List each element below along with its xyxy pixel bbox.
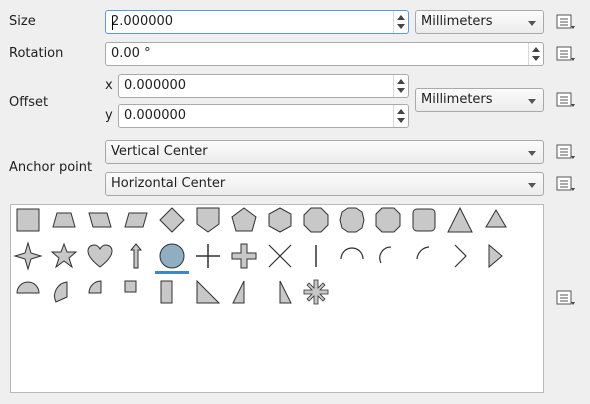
offset-y-spin-arrows[interactable] <box>393 105 408 127</box>
quarter-square-icon[interactable] <box>119 275 153 309</box>
offset-unit-select[interactable]: Millimeters <box>415 88 544 112</box>
octagon-icon[interactable] <box>299 203 333 237</box>
parallelogram-right-icon[interactable] <box>83 203 117 237</box>
line-icon[interactable] <box>299 239 333 273</box>
size-input[interactable]: 2.000000 <box>105 10 409 34</box>
rotation-label: Rotation <box>9 46 64 61</box>
size-unit-select[interactable]: Millimeters <box>415 10 544 34</box>
size-label: Size <box>9 14 36 29</box>
vertical-anchor-value: Vertical Center <box>111 144 208 159</box>
chevron-down-icon <box>528 21 536 26</box>
decagon-icon[interactable] <box>335 203 369 237</box>
semicircle-arc-icon[interactable] <box>335 239 369 273</box>
parallelogram-left-icon[interactable] <box>119 203 153 237</box>
pentagon-icon[interactable] <box>227 203 261 237</box>
data-defined-override-icon[interactable] <box>556 13 576 31</box>
horizontal-anchor-select[interactable]: Horizontal Center <box>105 172 544 196</box>
size-unit-value: Millimeters <box>421 14 493 29</box>
third-arc-icon[interactable] <box>371 239 405 273</box>
offset-x-value: 0.000000 <box>124 78 187 93</box>
data-defined-override-icon[interactable] <box>556 45 576 63</box>
heart-icon[interactable] <box>83 239 117 273</box>
offset-label: Offset <box>9 95 49 110</box>
right-half-triangle-icon[interactable] <box>227 275 261 309</box>
chevron-down-icon <box>528 151 536 156</box>
shield-icon[interactable] <box>191 203 225 237</box>
chevron-down-icon <box>528 183 536 188</box>
four-point-star-icon[interactable] <box>11 239 45 273</box>
hexagon-icon[interactable] <box>263 203 297 237</box>
anchor-label: Anchor point <box>9 160 93 175</box>
star-icon[interactable] <box>47 239 81 273</box>
triangle-icon[interactable] <box>443 203 477 237</box>
offset-x-label: x <box>105 78 113 93</box>
data-defined-override-icon[interactable] <box>556 91 576 109</box>
horizontal-anchor-value: Horizontal Center <box>111 176 226 191</box>
text-cursor <box>112 16 113 30</box>
trapezoid-icon[interactable] <box>47 203 81 237</box>
rotation-spin-arrows[interactable] <box>528 43 543 65</box>
equilateral-triangle-icon[interactable] <box>479 203 513 237</box>
data-defined-override-icon[interactable] <box>556 289 576 307</box>
offset-x-input[interactable]: 0.000000 <box>118 74 409 98</box>
offset-y-value: 0.000000 <box>124 108 187 123</box>
data-defined-override-icon[interactable] <box>556 175 576 193</box>
selected-shape-indicator <box>155 271 189 274</box>
x-cross-icon[interactable] <box>263 239 297 273</box>
offset-x-spin-arrows[interactable] <box>393 75 408 97</box>
arrow-head-icon[interactable] <box>443 239 477 273</box>
rounded-octagon-icon[interactable] <box>371 203 405 237</box>
size-value: 2.000000 <box>111 14 174 29</box>
offset-y-input[interactable]: 0.000000 <box>118 104 409 128</box>
filled-arrow-head-icon[interactable] <box>479 239 513 273</box>
third-circle-icon[interactable] <box>47 275 81 309</box>
left-half-triangle-icon[interactable] <box>263 275 297 309</box>
square-icon[interactable] <box>11 203 45 237</box>
half-square-icon[interactable] <box>155 275 189 309</box>
cross-icon[interactable] <box>191 239 225 273</box>
diagonal-half-square-icon[interactable] <box>191 275 225 309</box>
rotation-value: 0.00 ° <box>111 46 151 61</box>
chevron-down-icon <box>528 99 536 104</box>
cross-fill-icon[interactable] <box>227 239 261 273</box>
quarter-circle-icon[interactable] <box>83 275 117 309</box>
diamond-icon[interactable] <box>155 203 189 237</box>
vertical-anchor-select[interactable]: Vertical Center <box>105 140 544 164</box>
asterisk-fill-icon[interactable] <box>299 275 333 309</box>
circle-icon[interactable] <box>155 239 189 273</box>
size-spin-arrows[interactable] <box>393 11 408 33</box>
rounded-square-icon[interactable] <box>407 203 441 237</box>
quarter-arc-icon[interactable] <box>407 239 441 273</box>
offset-unit-value: Millimeters <box>421 92 493 107</box>
semicircle-icon[interactable] <box>11 275 45 309</box>
rotation-input[interactable]: 0.00 ° <box>105 42 544 66</box>
offset-y-label: y <box>105 108 113 123</box>
data-defined-override-icon[interactable] <box>556 143 576 161</box>
arrow-icon[interactable] <box>119 239 153 273</box>
